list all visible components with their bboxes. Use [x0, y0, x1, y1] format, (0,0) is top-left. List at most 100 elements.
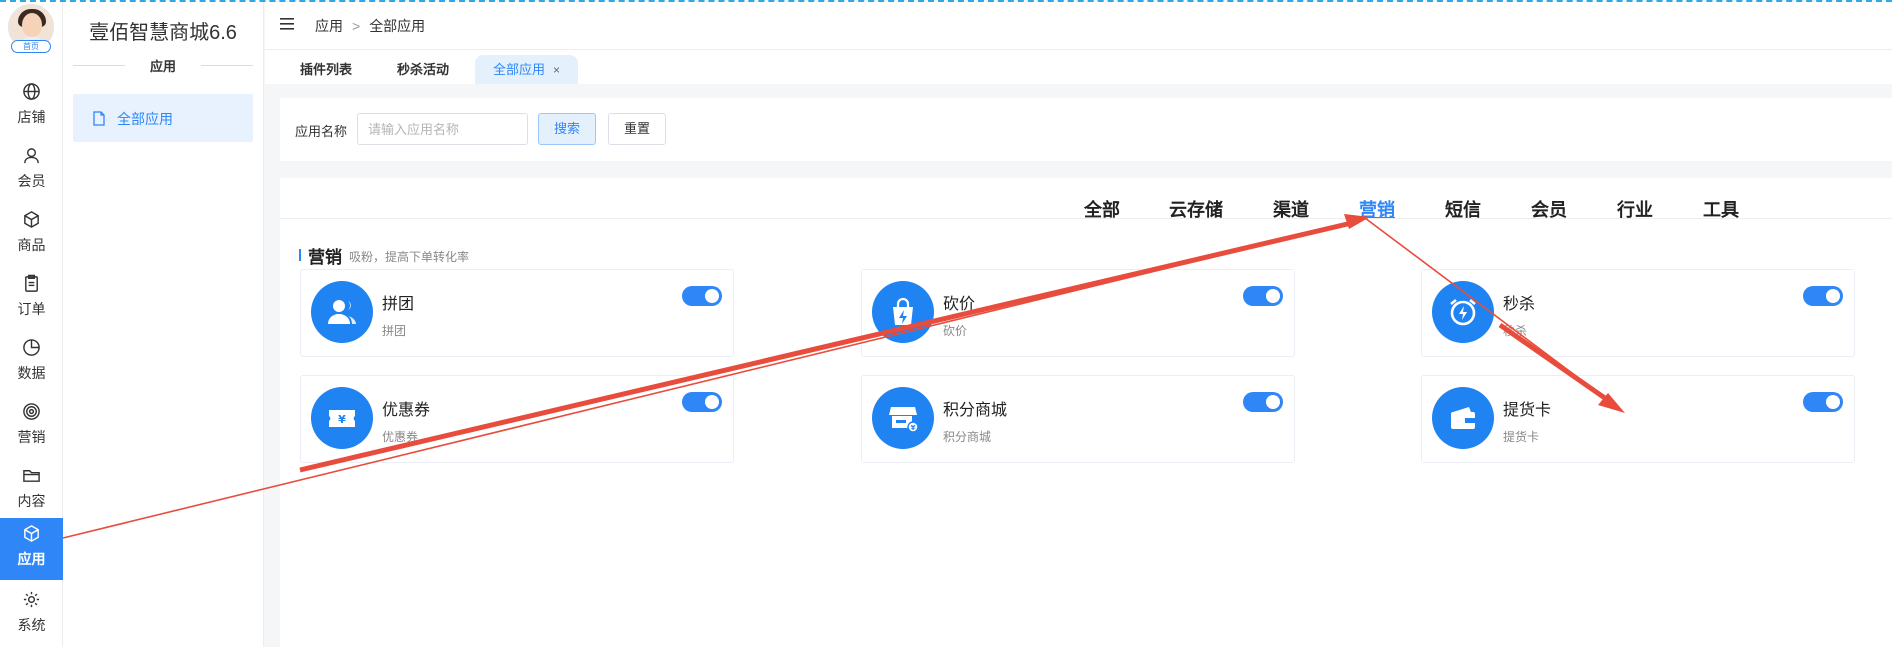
- breadcrumb-separator: >: [352, 18, 361, 34]
- rail-item-label: 系统: [17, 617, 46, 633]
- app-enable-toggle[interactable]: [1803, 286, 1843, 306]
- app-desc: 优惠券: [382, 430, 419, 444]
- top-header: 应用 > 全部应用: [265, 2, 1892, 50]
- tab-flash-sale[interactable]: 秒杀活动: [379, 55, 467, 84]
- app-name: 秒杀: [1503, 296, 1536, 313]
- target-icon: [23, 403, 40, 420]
- app-enable-toggle[interactable]: [1803, 392, 1843, 412]
- app-icon-circle: [872, 281, 934, 343]
- rail-item-store[interactable]: 店铺: [0, 76, 63, 138]
- tab-all-apps[interactable]: 全部应用 ×: [475, 55, 579, 84]
- app-list-panel: 全部 云存储 渠道 营销 短信 会员 行业 工具 营销 吸粉，提高下单转化率 拼…: [280, 178, 1892, 647]
- svg-text:¥: ¥: [338, 413, 346, 426]
- document-icon: [93, 111, 105, 126]
- app-enable-toggle[interactable]: [682, 286, 722, 306]
- category-member[interactable]: 会员: [1531, 196, 1567, 222]
- breadcrumb-item-apps[interactable]: 应用: [315, 18, 343, 34]
- app-desc: 拼团: [382, 324, 407, 338]
- category-marketing[interactable]: 营销: [1359, 196, 1395, 222]
- category-all[interactable]: 全部: [1084, 196, 1120, 222]
- group-users-icon: [328, 300, 356, 324]
- app-icon-circle: ¥: [872, 387, 934, 449]
- reset-button[interactable]: 重置: [608, 113, 666, 145]
- clipboard-icon: [25, 274, 38, 292]
- rail-item-label: 会员: [17, 173, 46, 189]
- wallet-card-icon: [1451, 407, 1475, 429]
- section-subtitle: 吸粉，提高下单转化率: [349, 250, 470, 264]
- secondary-sidebar: 壹佰智慧商城6.6 应用 全部应用: [63, 0, 264, 647]
- shopping-bag-bolt-icon: [893, 297, 913, 325]
- tab-label: 插件列表: [300, 62, 353, 77]
- category-channel[interactable]: 渠道: [1273, 196, 1309, 222]
- user-icon: [24, 148, 39, 164]
- sidebar-item-all-apps[interactable]: 全部应用: [73, 94, 253, 142]
- app-name: 砍价: [943, 296, 976, 313]
- section-title: 营销: [308, 248, 342, 267]
- app-card-group-buy[interactable]: 拼团 拼团: [300, 269, 734, 357]
- app-card-flash-sale[interactable]: 秒杀 秒杀: [1421, 269, 1855, 357]
- page-tabs: 插件列表 秒杀活动 全部应用 ×: [265, 50, 1892, 84]
- rail-item-member[interactable]: 会员: [0, 140, 63, 202]
- category-tools[interactable]: 工具: [1703, 196, 1739, 222]
- app-icon-circle: [1432, 387, 1494, 449]
- rail-item-order[interactable]: 订单: [0, 268, 63, 330]
- box-icon: [24, 525, 39, 542]
- rail-item-marketing[interactable]: 营销: [0, 396, 63, 458]
- close-icon[interactable]: ×: [553, 63, 560, 77]
- search-button[interactable]: 搜索: [538, 113, 596, 145]
- breadcrumb-item-all-apps: 全部应用: [369, 18, 426, 34]
- app-icon-circle: [1432, 281, 1494, 343]
- tab-label: 全部应用: [493, 62, 546, 77]
- app-enable-toggle[interactable]: [1243, 392, 1283, 412]
- app-icon-circle: ¥: [311, 387, 373, 449]
- tab-label: 秒杀活动: [397, 62, 450, 77]
- app-enable-toggle[interactable]: [1243, 286, 1283, 306]
- category-tabs: 全部 云存储 渠道 营销 短信 会员 行业 工具: [280, 178, 1892, 222]
- sidebar-item-label: 全部应用: [117, 111, 173, 127]
- category-cloud-storage[interactable]: 云存储: [1169, 196, 1223, 222]
- coupon-yen-icon: ¥: [329, 410, 355, 427]
- rail-item-goods[interactable]: 商品: [0, 204, 63, 266]
- tab-plugin-list[interactable]: 插件列表: [282, 55, 370, 84]
- rail-item-content[interactable]: 内容: [0, 460, 63, 522]
- app-desc: 秒杀: [1503, 324, 1528, 338]
- rail-item-system[interactable]: 系统: [0, 584, 63, 646]
- breadcrumb: 应用 > 全部应用: [315, 16, 425, 36]
- rail-item-data[interactable]: 数据: [0, 332, 63, 394]
- rail-item-label: 营销: [17, 429, 46, 445]
- folder-icon: [23, 470, 40, 482]
- app-desc: 提货卡: [1503, 430, 1540, 444]
- section-accent-bar: [299, 249, 301, 261]
- gear-icon: [23, 591, 40, 608]
- app-name: 优惠券: [382, 402, 431, 419]
- cube-icon: [24, 211, 39, 228]
- rail-item-label: 数据: [17, 365, 46, 381]
- app-desc: 砍价: [943, 324, 968, 338]
- app-title: 壹佰智慧商城6.6: [89, 22, 237, 44]
- svg-text:¥: ¥: [911, 424, 916, 432]
- alarm-clock-bolt-icon: [1450, 298, 1476, 326]
- avatar-badge[interactable]: 首页: [11, 40, 51, 53]
- rail-item-label: 应用: [17, 551, 46, 567]
- app-name: 提货卡: [1503, 402, 1552, 419]
- app-card-pickup-card[interactable]: 提货卡 提货卡: [1421, 375, 1855, 463]
- app-desc: 积分商城: [943, 430, 992, 444]
- app-enable-toggle[interactable]: [682, 392, 722, 412]
- store-coin-icon: ¥: [889, 407, 919, 433]
- app-card-points-mall[interactable]: ¥ 积分商城 积分商城: [861, 375, 1295, 463]
- category-industry[interactable]: 行业: [1617, 196, 1653, 222]
- app-icon-circle: [311, 281, 373, 343]
- app-name: 拼团: [382, 296, 415, 313]
- globe-icon: [23, 83, 40, 100]
- app-name-input[interactable]: [357, 113, 528, 145]
- rail-item-label: 内容: [17, 493, 46, 509]
- menu-toggle-icon[interactable]: [280, 18, 294, 30]
- rail-item-apps[interactable]: 应用: [0, 518, 63, 580]
- top-dashed-border: [0, 0, 1892, 2]
- app-card-bargain[interactable]: 砍价 砍价: [861, 269, 1295, 357]
- app-card-coupon[interactable]: ¥ 优惠券 优惠券: [300, 375, 734, 463]
- rail-item-label: 订单: [17, 301, 46, 317]
- search-label: 应用名称: [295, 124, 348, 139]
- sidebar-group-header: 应用: [73, 56, 253, 76]
- category-sms[interactable]: 短信: [1445, 196, 1481, 222]
